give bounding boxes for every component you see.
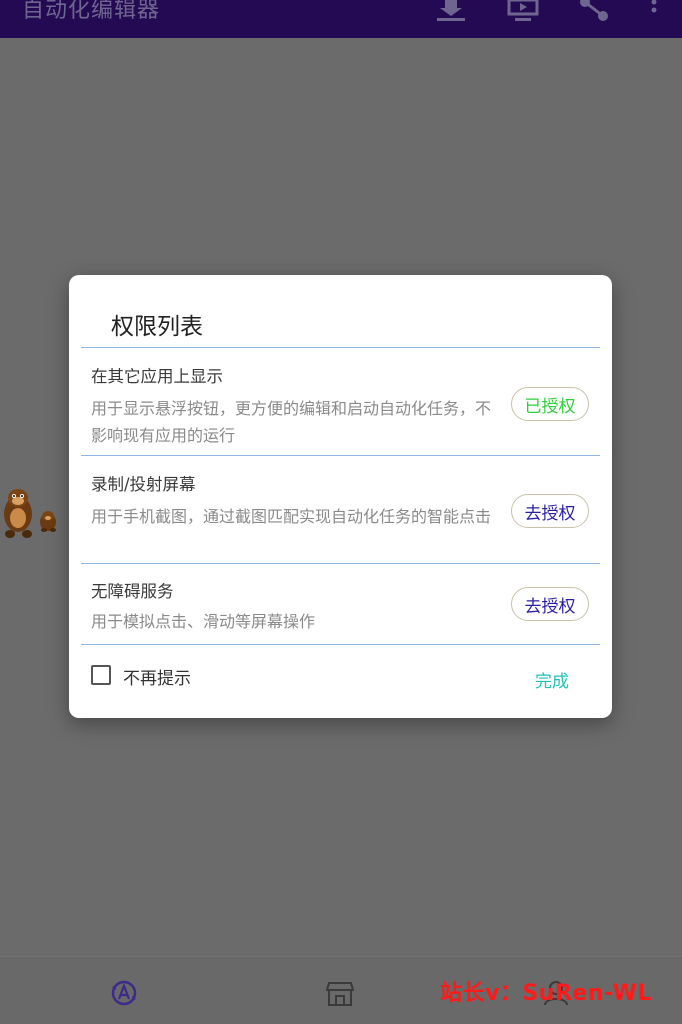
permission-item-accessibility: 无障碍服务 用于模拟点击、滑动等屏幕操作 去授权 bbox=[69, 564, 612, 644]
app-screen: 自动化编辑器 权限列表 在其它应用上显示 用于显示悬浮按钮，更方便的编辑和启动自… bbox=[0, 0, 682, 1024]
dont-remind-checkbox[interactable] bbox=[91, 665, 111, 685]
permission-title: 无障碍服务 bbox=[91, 582, 174, 601]
store-icon[interactable] bbox=[324, 977, 356, 1009]
done-button[interactable]: 完成 bbox=[535, 667, 569, 692]
permission-item-overlay: 在其它应用上显示 用于显示悬浮按钮，更方便的编辑和启动自动化任务，不影响现有应用… bbox=[69, 348, 612, 455]
divider bbox=[81, 644, 600, 645]
more-vert-icon[interactable] bbox=[636, 0, 672, 22]
permission-description: 用于显示悬浮按钮，更方便的编辑和启动自动化任务，不影响现有应用的运行 bbox=[91, 399, 492, 445]
permission-dialog: 权限列表 在其它应用上显示 用于显示悬浮按钮，更方便的编辑和启动自动化任务，不影… bbox=[69, 275, 612, 718]
screen-cast-icon[interactable] bbox=[505, 0, 541, 22]
watermark-text: 站长v：SuRen-WL bbox=[440, 981, 652, 1006]
dialog-footer: 不再提示 完成 bbox=[69, 663, 612, 693]
authorize-overlay-button[interactable]: 已授权 bbox=[511, 387, 589, 421]
authorize-accessibility-button[interactable]: 去授权 bbox=[511, 587, 589, 621]
permission-item-screen-capture: 录制/投射屏幕 用于手机截图，通过截图匹配实现自动化任务的智能点击 去授权 bbox=[69, 456, 612, 563]
permission-title: 录制/投射屏幕 bbox=[91, 475, 196, 494]
permission-title: 在其它应用上显示 bbox=[91, 367, 223, 386]
app-bar: 自动化编辑器 bbox=[0, 0, 682, 38]
dialog-title: 权限列表 bbox=[111, 314, 203, 340]
permission-description: 用于手机截图，通过截图匹配实现自动化任务的智能点击 bbox=[91, 507, 492, 526]
share-icon[interactable] bbox=[576, 0, 612, 22]
monkey-sprite-icon[interactable] bbox=[0, 484, 62, 542]
permission-description: 用于模拟点击、滑动等屏幕操作 bbox=[91, 612, 316, 631]
authorize-screen-capture-button[interactable]: 去授权 bbox=[511, 494, 589, 528]
download-icon[interactable] bbox=[433, 0, 469, 22]
dont-remind-label[interactable]: 不再提示 bbox=[123, 664, 191, 689]
automation-icon[interactable] bbox=[108, 977, 140, 1009]
app-title: 自动化编辑器 bbox=[22, 0, 161, 23]
